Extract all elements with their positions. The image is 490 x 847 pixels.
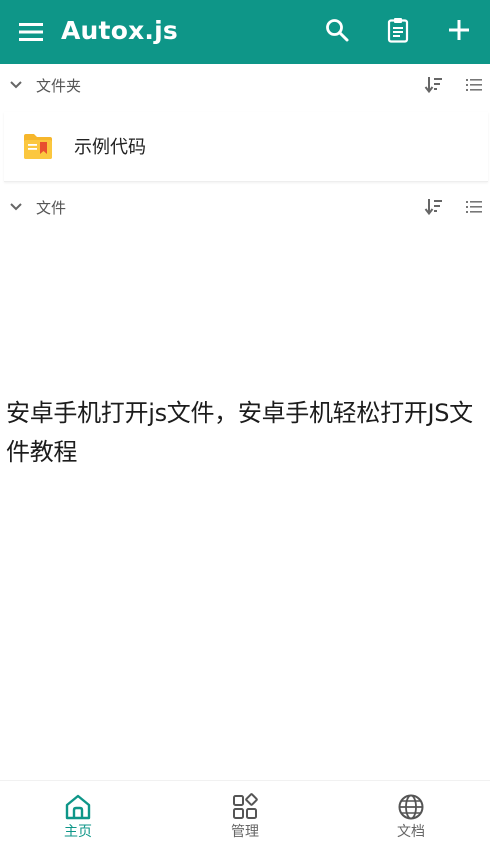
folder-item[interactable]: 示例代码 <box>4 112 488 182</box>
chevron-down-icon[interactable] <box>8 77 24 93</box>
folders-section-label: 文件夹 <box>36 77 82 95</box>
search-icon[interactable] <box>322 15 352 45</box>
nav-label-manage: 管理 <box>231 824 259 840</box>
folders-section-header[interactable]: 文件夹 <box>0 65 490 107</box>
clipboard-icon[interactable] <box>383 15 413 45</box>
list-view-icon[interactable] <box>465 76 483 94</box>
nav-item-home[interactable]: 主页 <box>38 793 118 843</box>
home-icon <box>65 794 91 820</box>
files-section-label: 文件 <box>36 199 67 217</box>
bottom-navigation: 主页 管理 文档 <box>0 780 490 847</box>
nav-item-docs[interactable]: 文档 <box>371 793 451 843</box>
list-view-icon[interactable] <box>465 198 483 216</box>
nav-label-docs: 文档 <box>397 824 425 840</box>
chevron-down-icon[interactable] <box>8 199 24 215</box>
globe-icon <box>398 794 424 820</box>
files-section-header[interactable]: 文件 <box>0 187 490 229</box>
folder-name: 示例代码 <box>74 137 146 158</box>
overlay-caption: 安卓手机打开js文件，安卓手机轻松打开JS文件教程 <box>6 399 473 466</box>
sort-icon[interactable] <box>424 75 444 95</box>
menu-icon[interactable] <box>17 18 45 46</box>
add-icon[interactable] <box>444 15 474 45</box>
nav-label-home: 主页 <box>64 824 92 840</box>
grid-icon <box>233 793 258 819</box>
nav-item-manage[interactable]: 管理 <box>205 793 285 843</box>
sort-icon[interactable] <box>424 197 444 217</box>
folder-icon <box>23 132 53 160</box>
app-title: Autox.js <box>61 16 178 45</box>
app-bar: Autox.js <box>0 0 490 64</box>
